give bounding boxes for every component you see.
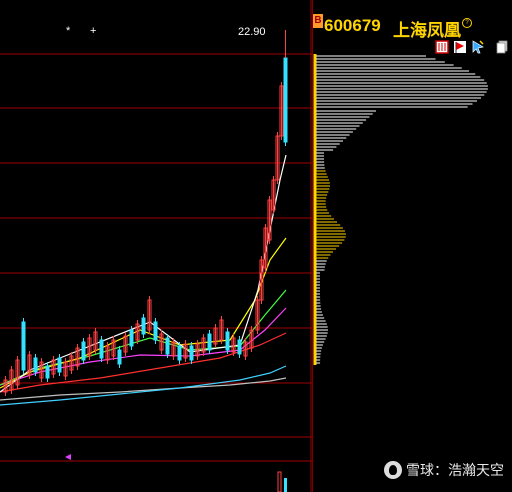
volume-bar (277, 471, 282, 492)
candle-body (189, 345, 194, 361)
candle-body (57, 357, 62, 373)
marker-triangle-icon (65, 454, 71, 460)
candle-body (165, 337, 170, 355)
high-price-label: 22.90 (238, 26, 266, 38)
candle-body (177, 345, 182, 361)
candle-body (21, 321, 26, 371)
candle-body (237, 339, 242, 355)
marker-plus: + (90, 25, 97, 37)
watermark: 雪球：浩瀚天空 (384, 460, 504, 480)
kline-chart[interactable]: * + 22.90 (0, 0, 312, 492)
volume-profile-bars (313, 54, 488, 365)
candle-body (283, 57, 288, 143)
candle-body (153, 321, 158, 341)
candle-body (81, 341, 86, 361)
volume-profile-panel: B 600679 上海凤凰 ? (312, 0, 512, 492)
candle-body (45, 365, 50, 379)
ma250-line (0, 377, 287, 401)
kline-chart-canvas[interactable] (0, 0, 312, 492)
volume-bar (284, 478, 287, 492)
candle-body (117, 349, 122, 365)
candle-body (33, 357, 38, 373)
candle-body (99, 339, 104, 359)
candle-body (141, 317, 146, 335)
candle-body (207, 333, 212, 351)
marker-star: * (66, 25, 71, 37)
snowball-logo-icon (384, 461, 402, 479)
watermark-text: 雪球：浩瀚天空 (406, 463, 504, 479)
candle-body (129, 329, 134, 347)
candle-body (225, 331, 230, 351)
